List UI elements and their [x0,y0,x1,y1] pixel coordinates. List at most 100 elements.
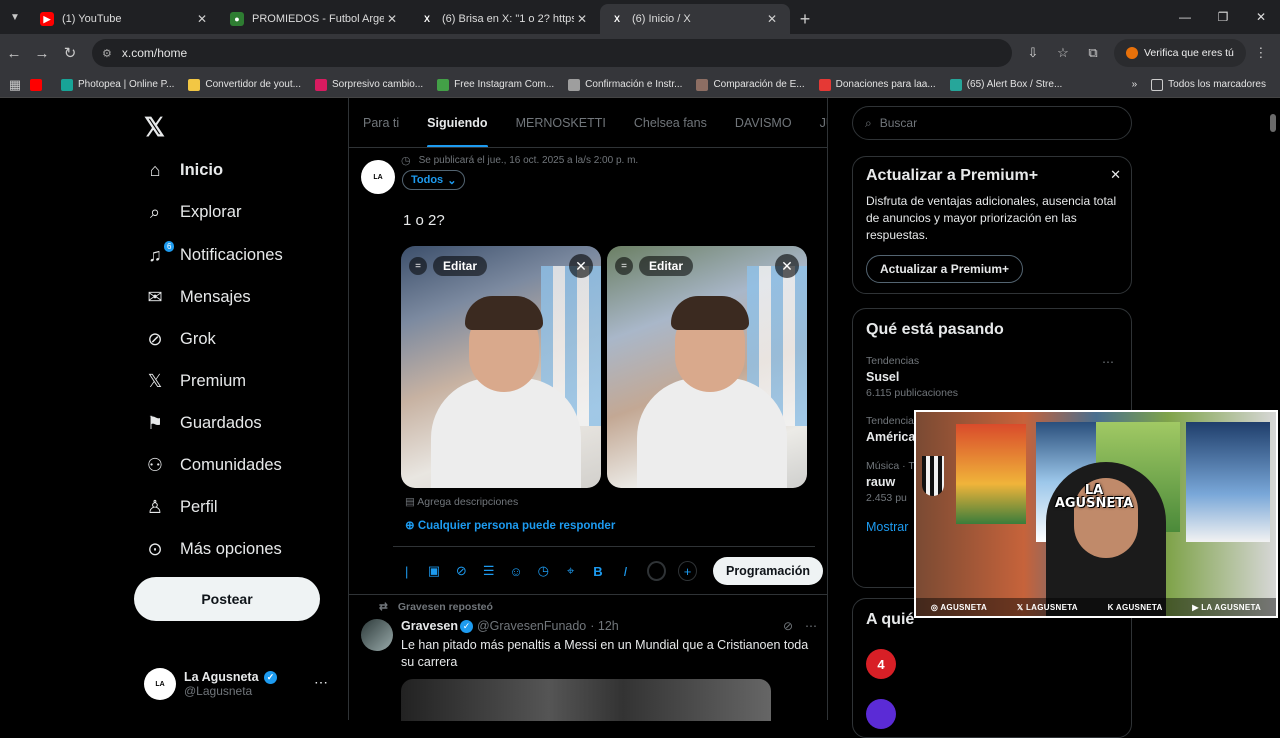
schedule-icon[interactable]: ◷ [530,563,557,579]
close-window-icon[interactable]: ✕ [1242,0,1280,34]
reload-icon[interactable]: ↻ [56,39,84,67]
bookmark-item[interactable]: Comparación de E... [696,78,805,91]
media-attachment[interactable]: = Editar ✕ [607,246,807,488]
trend-item[interactable]: Tendencias Susel 6.115 publicaciones ⋯ [866,355,1118,399]
tab-search-icon[interactable]: ▼ [0,0,30,34]
close-icon[interactable]: ✕ [1110,167,1121,183]
nav-inicio[interactable]: ⌂ Inicio [144,150,224,190]
browser-tab-promiedos[interactable]: ● PROMIEDOS - Futbol Argentino ✕ [220,4,410,34]
close-tab-icon[interactable]: ✕ [384,12,400,26]
reply-settings-link[interactable]: ⊕ Cualquier persona puede responder [405,518,615,532]
bookmark-item[interactable]: Donaciones para laa... [818,78,936,91]
forward-icon[interactable]: → [28,39,56,67]
close-tab-icon[interactable]: ✕ [194,12,210,26]
bookmark-item[interactable]: Free Instagram Com... [437,78,554,91]
grok-icon[interactable]: ⊘ [783,619,793,633]
tweet-author-handle[interactable]: @GravesenFunado [477,619,586,633]
edit-media-button[interactable]: Editar [639,256,694,276]
install-app-icon[interactable]: ⇩ [1018,45,1048,61]
search-input[interactable]: ⌕ Buscar [852,106,1132,140]
tab-para-ti[interactable]: Para ti [349,98,413,147]
add-descriptions-link[interactable]: ▤ Agrega descripciones [405,496,518,508]
emoji-icon[interactable]: ☺ [502,564,529,579]
schedule-button[interactable]: Programación [712,557,824,585]
instagram-handle: ◎ AGUSNETA [930,602,988,612]
bookmark-youtube[interactable] [30,78,47,91]
nav-notificaciones[interactable]: ♫ 6 Notificaciones [144,235,283,275]
drag-handle-icon[interactable]: = [615,257,633,275]
audience-selector[interactable]: Todos ⌄ [402,170,466,190]
nav-perfil[interactable]: ♙ Perfil [144,487,218,527]
add-thread-icon[interactable]: + [678,561,697,581]
minimize-icon[interactable]: — [1166,0,1204,34]
avatar[interactable] [361,619,393,651]
media-icon[interactable]: ▣ [420,563,447,579]
browser-tab-x-home[interactable]: X (6) Inicio / X ✕ [600,4,790,34]
tab-mernosketti[interactable]: MERNOSKETTI [502,98,620,147]
tweet-time[interactable]: · 12h [590,619,619,633]
back-icon[interactable]: ← [0,39,28,67]
italic-icon[interactable]: I [612,564,639,579]
bookmark-item[interactable]: Sorpresivo cambio... [314,78,423,91]
browser-menu-icon[interactable]: ⋮ [1246,45,1276,61]
nav-premium[interactable]: 𝕏 Premium [144,361,246,401]
tweet[interactable]: ⇄ Gravesen reposteó Gravesen ✓ @GravesenF… [349,594,827,721]
tweet-author-name[interactable]: Gravesen [401,619,458,633]
composer-text[interactable]: 1 o 2? [403,212,445,229]
window-controls: — ❐ ✕ [1166,0,1280,34]
tab-chelsea-fans[interactable]: Chelsea fans [620,98,721,147]
nav-explorar[interactable]: ⌕ Explorar [144,192,242,232]
extensions-icon[interactable]: ⧉ [1078,45,1108,61]
more-bookmarks-icon[interactable]: » [1132,79,1138,90]
url-bar[interactable]: ⚙ x.com/home [92,39,1012,67]
tab-siguiendo[interactable]: Siguiendo [413,98,501,147]
page-scrollbar[interactable] [1270,114,1276,132]
bookmark-item[interactable]: Confirmación e Instr... [568,78,682,91]
browser-tab-youtube[interactable]: ▶ (1) YouTube ✕ [30,4,220,34]
bookmark-item[interactable]: Photopea | Online P... [61,78,174,91]
media-attachment[interactable]: = Editar ✕ [401,246,601,488]
bookmark-item[interactable]: Convertidor de yout... [188,78,301,91]
nav-mensajes[interactable]: ✉ Mensajes [144,277,250,317]
nav-grok[interactable]: ⊘ Grok [144,319,215,359]
remove-media-icon[interactable]: ✕ [775,254,799,278]
tab-julyt[interactable]: JULYT [806,98,827,147]
bold-icon[interactable]: B [584,564,611,579]
remove-media-icon[interactable]: ✕ [569,254,593,278]
left-sidebar: 𝕏 ⌂ Inicio ⌕ Explorar ♫ 6 Notificaciones… [134,98,348,720]
nav-guardados[interactable]: ⚑ Guardados [144,403,262,443]
more-icon[interactable]: ⋯ [805,619,817,633]
location-icon[interactable]: ⌖ [557,563,584,579]
poll-icon[interactable]: ☰ [475,563,502,579]
verify-label: Verifica que eres tú [1144,47,1234,59]
bookmark-star-icon[interactable]: ☆ [1048,45,1078,61]
maximize-icon[interactable]: ❐ [1204,0,1242,34]
home-icon: ⌂ [149,159,161,180]
tab-davismo[interactable]: DAVISMO [721,98,806,147]
close-tab-icon[interactable]: ✕ [764,12,780,26]
nav-mas-opciones[interactable]: ⊙ Más opciones [144,529,281,569]
apps-grid-icon[interactable]: ▦ [0,77,30,93]
bookmark-item[interactable]: (65) Alert Box / Stre... [949,78,1062,91]
more-icon[interactable]: ⋯ [314,674,328,691]
edit-media-button[interactable]: Editar [433,256,488,276]
search-icon: ⌕ [865,115,872,130]
x-logo-icon[interactable]: 𝕏 [144,112,165,143]
tweet-image[interactable] [401,679,771,721]
nav-comunidades[interactable]: ⚇ Comunidades [144,445,282,485]
site-settings-icon[interactable]: ⚙ [102,47,112,60]
verify-button[interactable]: Verifica que eres tú [1114,39,1246,67]
new-tab-icon[interactable]: + [790,4,820,34]
account-switcher[interactable]: LA La Agusneta ✓ @Lagusneta ⋯ [144,664,344,704]
drag-handle-icon[interactable]: = [409,257,427,275]
all-bookmarks[interactable]: Todos los marcadores [1151,78,1266,91]
upgrade-premium-button[interactable]: Actualizar a Premium+ [866,255,1024,283]
promiedos-icon: ● [230,12,244,26]
more-icon[interactable]: ⋯ [1102,355,1114,369]
browser-tab-brisa[interactable]: X (6) Brisa en X: "1 o 2? https://t.c ✕ [410,4,600,34]
grok-icon[interactable]: ⊘ [448,563,475,579]
close-tab-icon[interactable]: ✕ [574,12,590,26]
avatar[interactable]: 4 [866,649,896,679]
avatar[interactable] [866,699,896,729]
post-button[interactable]: Postear [134,577,320,621]
